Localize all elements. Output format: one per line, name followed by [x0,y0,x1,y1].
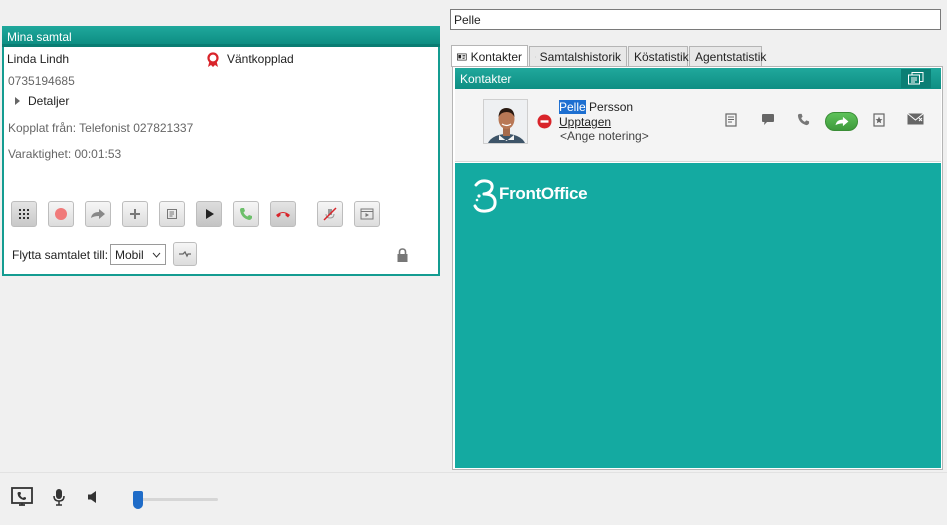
hold-status-icon [205,52,221,71]
chat-bubble-icon [762,114,774,125]
avatar [483,99,528,144]
speaker-icon [88,491,96,503]
tab-label: Samtalshistorik [539,49,621,64]
lock-icon[interactable] [396,248,409,266]
contact-name[interactable]: Pelle Persson [559,100,633,114]
call-status: Väntkopplad [227,52,294,66]
transfer-arrow-icon [835,116,848,127]
contact-first-name: Pelle [559,100,586,114]
dialpad-icon [19,209,29,219]
dialpad-button[interactable] [11,201,37,227]
star-badge-icon [873,113,885,127]
reroute-icon [179,250,191,258]
call-duration: Varaktighet: 00:01:53 [8,147,122,161]
contacts-header: Kontakter [455,68,941,89]
screen-button[interactable] [354,201,380,227]
tab-kostatistik[interactable]: Köstatistik [628,46,689,66]
document-icon [725,113,737,127]
move-call-select[interactable]: Mobil [110,244,166,265]
move-call-button[interactable] [173,242,197,266]
contact-list-icon [908,72,924,85]
phone-icon [797,113,810,126]
search-input[interactable] [450,9,941,30]
tab-samtalshistorik[interactable]: Samtalshistorik [529,46,627,66]
contacts-header-title: Kontakter [460,72,512,86]
transfer-button[interactable] [85,201,111,227]
play-icon [206,209,214,219]
contact-card[interactable]: Pelle Persson Upptagen <Ange notering> [455,89,941,162]
tab-kontakter[interactable]: Kontakter [451,45,528,67]
record-button[interactable] [48,201,74,227]
hangup-button[interactable] [270,201,296,227]
speaker-button[interactable] [87,490,99,507]
mute-button[interactable] [317,201,343,227]
contact-list-view-button[interactable] [901,69,931,88]
desk-phone-icon [11,487,33,506]
window-play-icon [360,208,374,220]
brand-area: FrontOffice [455,163,941,468]
transfer-to-contact-button[interactable] [825,112,858,131]
tab-label: Agentstatistik [695,49,767,64]
contact-status[interactable]: Upptagen [559,115,611,129]
details-label: Detaljer [28,94,70,108]
details-toggle[interactable]: Detaljer [13,93,83,109]
expand-triangle-icon [15,97,20,105]
chat-button[interactable] [761,113,775,129]
tab-label: Kontakter [470,49,522,64]
notes-button[interactable] [159,201,185,227]
move-call-selected: Mobil [115,247,144,262]
microphone-icon [53,489,65,506]
volume-slider-handle[interactable] [133,491,143,509]
record-icon [55,208,67,220]
tab-label: Köstatistik [634,49,689,64]
calls-panel-header: Mina samtal [2,26,440,47]
contact-last-name: Persson [589,100,634,114]
transfer-arrow-icon [91,209,105,219]
brand-logo-icon [472,179,498,216]
move-call-label: Flytta samtalet till: [12,248,109,262]
notes-icon [167,209,177,219]
tab-agentstatistik[interactable]: Agentstatistik [689,46,766,66]
muted-mic-icon [323,207,337,221]
hangup-icon [276,212,290,218]
history-arrows-icon [535,56,536,57]
resume-button[interactable] [196,201,222,227]
caller-name: Linda Lindh [7,52,70,66]
contact-details-button[interactable] [725,113,737,130]
microphone-button[interactable] [53,488,65,509]
email-button[interactable] [907,113,924,128]
active-call-panel[interactable]: Linda Lindh Väntkopplad 0735194685 Detal… [2,47,440,276]
favorite-button[interactable] [873,113,885,130]
connected-from: Kopplat från: Telefonist 027821337 [8,121,194,135]
softphone-button[interactable] [11,487,33,511]
add-call-button[interactable] [122,201,148,227]
envelope-icon [907,113,924,125]
chevron-down-icon [152,252,161,258]
bottom-toolbar [0,472,947,525]
brand-name: FrontOffice [499,184,588,203]
call-contact-button[interactable] [797,113,810,129]
caller-number: 0735194685 [8,74,75,88]
contact-card-icon [457,53,467,60]
phone-green-icon [240,208,252,220]
busy-status-icon [537,114,552,132]
contact-note[interactable]: <Ange notering> [560,129,649,143]
calls-panel-title: Mina samtal [7,30,72,44]
plus-icon [130,209,140,219]
volume-slider-track[interactable] [136,498,218,501]
answer-button[interactable] [233,201,259,227]
